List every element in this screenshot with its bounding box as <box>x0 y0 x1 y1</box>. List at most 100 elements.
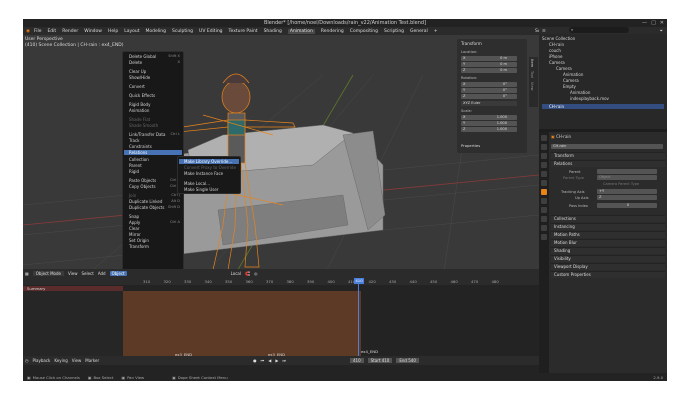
menu-add[interactable]: Add <box>98 271 106 276</box>
context-menu-item-show-hide[interactable]: Show/Hide <box>129 75 150 80</box>
context-menu-item-rigid[interactable]: Rigid <box>129 169 139 174</box>
convert-proxy-item[interactable]: Convert Proxy to Override <box>184 165 236 170</box>
scale-y-field[interactable]: Y 1.000 <box>461 121 517 126</box>
section-relations[interactable]: Relations <box>551 160 665 167</box>
outliner-item-camera-obj[interactable]: Camera <box>556 66 572 71</box>
context-menu-item-duplicate-linked[interactable]: Duplicate Linked <box>129 199 162 204</box>
section-custom-properties[interactable]: Custom Properties <box>551 271 665 278</box>
menu-view-timeline[interactable]: View <box>72 358 82 363</box>
menu-select[interactable]: Select <box>81 271 93 276</box>
section-collections[interactable]: Collections <box>551 215 665 222</box>
scene-tab-icon[interactable] <box>541 171 547 177</box>
start-frame-field[interactable]: Start 410 <box>367 358 393 363</box>
world-tab-icon[interactable] <box>541 180 547 186</box>
context-menu-item-shade-smooth[interactable]: Shade Smooth <box>129 123 158 128</box>
context-menu-item-collection[interactable]: Collection <box>129 157 149 162</box>
context-menu-item-clear[interactable]: Clear <box>129 226 139 231</box>
location-z-field[interactable]: Z 0 m <box>461 68 517 73</box>
camera-parent-type[interactable]: Camera Parent Type <box>603 182 639 186</box>
current-frame-indicator[interactable]: 410 <box>354 278 364 284</box>
current-frame-field[interactable]: 410 <box>350 358 364 363</box>
outliner-editor-icon[interactable]: ☰ <box>542 28 546 33</box>
context-menu-item-link-transfer-data[interactable]: Link/Transfer Data <box>129 132 165 137</box>
outliner-search-input[interactable] <box>569 27 629 33</box>
rotation-x-field[interactable]: X 0° <box>461 82 517 87</box>
maximize-icon[interactable]: □ <box>651 20 656 26</box>
npanel-tab-item[interactable]: Item <box>529 57 535 69</box>
blender-logo-icon[interactable]: ◉ <box>26 29 30 34</box>
constraints-tab-icon[interactable] <box>541 225 547 231</box>
properties-editor[interactable]: ▣ CH-rain CH-rain Transform Relations Pa… <box>539 132 667 373</box>
make-instance-face-item[interactable]: Make Instance Face <box>184 171 223 176</box>
context-menu-item-shade-flat[interactable]: Shade Flat <box>129 117 150 122</box>
menu-keying[interactable]: Keying <box>54 358 67 363</box>
context-menu-item-snap[interactable]: Snap <box>129 214 139 219</box>
outliner-item-iphone[interactable]: iPhone <box>549 54 563 59</box>
tab-animation[interactable]: Animation <box>287 28 315 34</box>
object-name-field[interactable]: CH-rain <box>551 144 663 149</box>
context-menu-item-relations[interactable]: Relations <box>124 150 182 155</box>
play-reverse-icon[interactable]: ◀ <box>268 358 271 363</box>
section-transform[interactable]: Transform <box>551 152 665 159</box>
menu-file[interactable]: File <box>34 29 42 34</box>
timeline-ruler[interactable]: 310 320 330 340 350 360 370 380 390 400 410 420 430 4… <box>23 278 539 285</box>
output-tab-icon[interactable] <box>541 153 547 159</box>
section-shading[interactable]: Shading <box>551 247 665 254</box>
menu-edit[interactable]: Edit <box>47 29 56 34</box>
editor-type-icon[interactable]: ▦ <box>25 271 29 276</box>
location-y-field[interactable]: Y 0 m <box>461 62 517 67</box>
up-axis-field[interactable]: Z <box>597 195 657 200</box>
tracking-axis-field[interactable]: +Y <box>597 189 657 194</box>
record-icon[interactable]: ● <box>253 358 257 363</box>
menu-help[interactable]: Help <box>108 29 118 34</box>
add-workspace-button[interactable]: + <box>434 29 438 34</box>
properties-subpanel[interactable]: Properties <box>461 143 480 148</box>
context-menu-item-duplicate-objects[interactable]: Duplicate Objects <box>129 205 164 210</box>
tab-rendering[interactable]: Rendering <box>321 29 344 34</box>
context-menu-item-clear-up[interactable]: Clear Up <box>129 69 146 74</box>
outliner-item-animation-2[interactable]: Animation <box>570 90 590 95</box>
outliner-item-ch-rain[interactable]: CH-rain <box>549 42 564 47</box>
tool-tab-icon[interactable] <box>541 135 547 141</box>
outliner-scene-collection[interactable]: Scene Collection <box>542 36 575 41</box>
jump-start-icon[interactable]: ⏮ <box>261 358 265 363</box>
context-menu-item-mirror[interactable]: Mirror <box>129 232 141 237</box>
rotation-mode-select[interactable]: XYZ Euler <box>461 101 517 106</box>
data-tab-icon[interactable] <box>541 234 547 240</box>
context-menu-item-transform[interactable]: Transform <box>129 244 149 249</box>
outliner-item-movie[interactable]: indexplayback.mov <box>570 96 609 101</box>
location-x-field[interactable]: X 0 m <box>461 56 517 61</box>
tab-shading[interactable]: Shading <box>264 29 282 34</box>
mode-selector[interactable]: Object Mode <box>32 271 64 276</box>
keyframe-block[interactable] <box>123 291 361 359</box>
context-menu-item-track[interactable]: Track <box>129 138 139 143</box>
channel-list[interactable] <box>23 291 123 359</box>
physics-tab-icon[interactable] <box>541 216 547 222</box>
context-menu-item-parent[interactable]: Parent <box>129 163 142 168</box>
make-local-item[interactable]: Make Local... <box>184 181 210 186</box>
context-menu-item-quick-effects[interactable]: Quick Effects <box>129 93 155 98</box>
context-menu-item-delete[interactable]: Delete <box>129 60 142 65</box>
make-single-user-item[interactable]: Make Single User <box>184 187 219 192</box>
context-menu-item-join[interactable]: Join <box>129 193 136 198</box>
view-layer-tab-icon[interactable] <box>541 162 547 168</box>
menu-view[interactable]: View <box>68 271 78 276</box>
timeline-editor-icon[interactable]: ◷ <box>25 358 29 363</box>
context-menu-item-animation[interactable]: Animation <box>129 108 149 113</box>
render-tab-icon[interactable] <box>541 144 547 150</box>
play-icon[interactable]: ▶ <box>275 358 278 363</box>
end-frame-field[interactable]: End 540 <box>396 358 419 363</box>
snap-icon[interactable]: 🧲 <box>245 271 250 276</box>
context-menu-item-convert[interactable]: Convert <box>129 84 145 89</box>
section-motion-paths[interactable]: Motion Paths <box>551 231 665 238</box>
outliner-item-camera-data[interactable]: Camera <box>563 78 579 83</box>
parent-field[interactable] <box>597 169 657 174</box>
parent-type-field[interactable]: Object <box>597 175 657 180</box>
modifier-tab-icon[interactable] <box>541 198 547 204</box>
outliner-item-empty[interactable]: Empty <box>563 84 576 89</box>
section-visibility[interactable]: Visibility <box>551 255 665 262</box>
close-icon[interactable]: ✕ <box>660 20 664 26</box>
menu-marker[interactable]: Marker <box>85 358 99 363</box>
tab-scripting[interactable]: Scripting <box>384 29 404 34</box>
outliner-item-couch[interactable]: couch <box>549 48 561 53</box>
